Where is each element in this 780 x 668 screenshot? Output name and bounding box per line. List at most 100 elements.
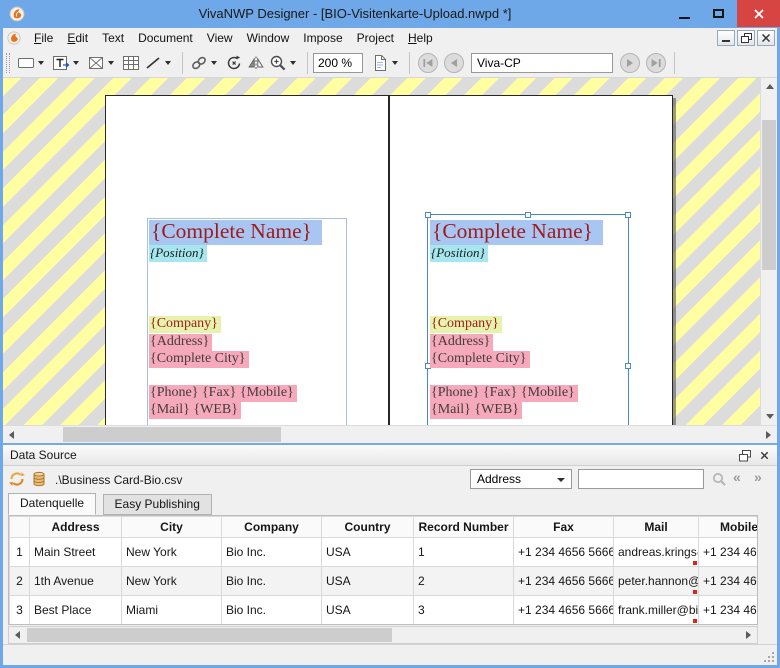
last-record-button[interactable]	[645, 52, 667, 74]
field-position[interactable]: {Position}	[149, 245, 207, 262]
field-company[interactable]: {Company}	[149, 316, 221, 333]
scroll-down-button[interactable]	[761, 408, 778, 425]
maximize-button[interactable]	[702, 0, 734, 27]
line-tool-dropdown[interactable]	[165, 61, 171, 65]
text-tool-dropdown[interactable]	[73, 61, 79, 65]
cell-record-number[interactable]: 2	[414, 567, 514, 596]
tab-easy-publishing[interactable]: Easy Publishing	[103, 494, 212, 515]
cell-fax[interactable]: +1 234 4656 5666	[514, 567, 614, 596]
cell-mobile[interactable]: +1 234 4656 56	[699, 538, 759, 567]
cell-rownum[interactable]: 3	[10, 596, 30, 625]
next-record-button[interactable]	[619, 52, 641, 74]
mirror-page-button[interactable]	[245, 51, 267, 75]
cell-city[interactable]: Miami	[122, 596, 222, 625]
header-record-number[interactable]: Record Number	[414, 517, 514, 538]
previous-record-button[interactable]	[443, 52, 465, 74]
vertical-scroll-thumb[interactable]	[762, 120, 776, 270]
field-complete-city[interactable]: {Complete City}	[149, 351, 249, 368]
cell-company[interactable]: Bio Inc.	[222, 538, 322, 567]
header-address[interactable]: Address	[30, 517, 122, 538]
previous-match-button[interactable]: «	[733, 469, 741, 485]
zoom-tool-dropdown[interactable]	[290, 61, 296, 65]
cell-company[interactable]: Bio Inc.	[222, 596, 322, 625]
table-tool-button[interactable]	[120, 51, 142, 75]
record-filter-input[interactable]	[578, 469, 704, 489]
field-complete-city[interactable]: {Complete City}	[430, 351, 530, 368]
field-company[interactable]: {Company}	[430, 316, 502, 333]
field-mail-web[interactable]: {Mail} {WEB}	[149, 402, 241, 419]
first-record-button[interactable]	[417, 52, 439, 74]
resize-grip-icon[interactable]	[763, 651, 775, 663]
header-rownum[interactable]	[10, 517, 30, 538]
link-frames-button[interactable]	[188, 51, 210, 75]
minimize-button[interactable]	[670, 0, 698, 27]
cell-city[interactable]: New York	[122, 567, 222, 596]
header-company[interactable]: Company	[222, 517, 322, 538]
zoom-tool-button[interactable]	[267, 51, 289, 75]
close-button[interactable]	[737, 0, 780, 27]
field-position[interactable]: {Position}	[430, 245, 488, 262]
cell-country[interactable]: USA	[322, 596, 414, 625]
header-country[interactable]: Country	[322, 517, 414, 538]
menu-document[interactable]: Document	[131, 28, 200, 48]
search-field-select[interactable]: Address	[470, 469, 572, 489]
selection-handle-middle-right[interactable]	[625, 363, 631, 369]
cell-city[interactable]: New York	[122, 538, 222, 567]
selection-handle-top-center[interactable]	[525, 212, 531, 218]
mdi-restore-button[interactable]	[737, 30, 755, 46]
cell-mobile[interactable]: +1 234 4656 56	[699, 596, 759, 625]
mdi-close-button[interactable]	[757, 30, 775, 46]
field-phone-fax-mobile[interactable]: {Phone} {Fax} {Mobile}	[430, 385, 578, 402]
cell-country[interactable]: USA	[322, 538, 414, 567]
cell-rownum[interactable]: 2	[10, 567, 30, 596]
cell-country[interactable]: USA	[322, 567, 414, 596]
selection-handle-top-left[interactable]	[425, 212, 431, 218]
table-row[interactable]: 3 Best Place Miami Bio Inc. USA 3 +1 234…	[10, 596, 759, 625]
field-address[interactable]: {Address}	[149, 334, 212, 351]
selection-handle-top-right[interactable]	[625, 212, 631, 218]
cell-address[interactable]: 1th Avenue	[30, 567, 122, 596]
text-frame-tool-button[interactable]	[50, 51, 72, 75]
horizontal-scroll-thumb[interactable]	[63, 427, 281, 442]
rectangle-tool-dropdown[interactable]	[38, 61, 44, 65]
cell-mail[interactable]: peter.hannon@bio	[614, 567, 699, 596]
table-scroll-thumb[interactable]	[27, 628, 392, 642]
header-fax[interactable]: Fax	[514, 517, 614, 538]
cell-record-number[interactable]: 3	[414, 596, 514, 625]
cell-address[interactable]: Best Place	[30, 596, 122, 625]
menu-impose[interactable]: Impose	[296, 28, 349, 48]
menu-view[interactable]: View	[200, 28, 240, 48]
toolbar-drag-handle[interactable]	[6, 53, 10, 73]
link-tool-dropdown[interactable]	[211, 61, 217, 65]
field-complete-name[interactable]: {Complete Name}	[430, 220, 603, 245]
field-phone-fax-mobile[interactable]: {Phone} {Fax} {Mobile}	[149, 385, 297, 402]
cell-company[interactable]: Bio Inc.	[222, 567, 322, 596]
data-source-settings-button[interactable]	[31, 471, 47, 492]
record-search-input[interactable]	[471, 53, 613, 73]
scroll-right-button[interactable]	[760, 426, 777, 443]
menu-help[interactable]: Help	[401, 28, 440, 48]
header-mobile[interactable]: Mobile	[699, 517, 759, 538]
panel-close-button[interactable]	[756, 448, 772, 463]
menu-edit[interactable]: Edit	[60, 28, 95, 48]
scroll-left-button[interactable]	[3, 426, 20, 443]
rectangle-frame-tool-button[interactable]	[15, 51, 37, 75]
menu-text[interactable]: Text	[95, 28, 131, 48]
cell-mail[interactable]: andreas.krings@bi	[614, 538, 699, 567]
table-horizontal-scrollbar[interactable]	[8, 626, 758, 644]
mdi-minimize-button[interactable]	[717, 30, 735, 46]
table-scroll-left-button[interactable]	[9, 627, 26, 643]
header-city[interactable]: City	[122, 517, 222, 538]
cell-address[interactable]: Main Street	[30, 538, 122, 567]
reload-data-button[interactable]	[9, 471, 25, 492]
table-row[interactable]: 2 1th Avenue New York Bio Inc. USA 2 +1 …	[10, 567, 759, 596]
menu-file[interactable]: File	[27, 28, 60, 48]
cell-mobile[interactable]: +1 234 4656 56	[699, 567, 759, 596]
field-address[interactable]: {Address}	[430, 334, 493, 351]
image-frame-tool-button[interactable]	[85, 51, 107, 75]
table-scroll-right-button[interactable]	[740, 627, 757, 643]
next-match-button[interactable]: »	[754, 469, 762, 485]
field-complete-name[interactable]: {Complete Name}	[149, 220, 322, 245]
cell-mail[interactable]: frank.miller@bio.c	[614, 596, 699, 625]
search-button[interactable]	[711, 471, 727, 492]
